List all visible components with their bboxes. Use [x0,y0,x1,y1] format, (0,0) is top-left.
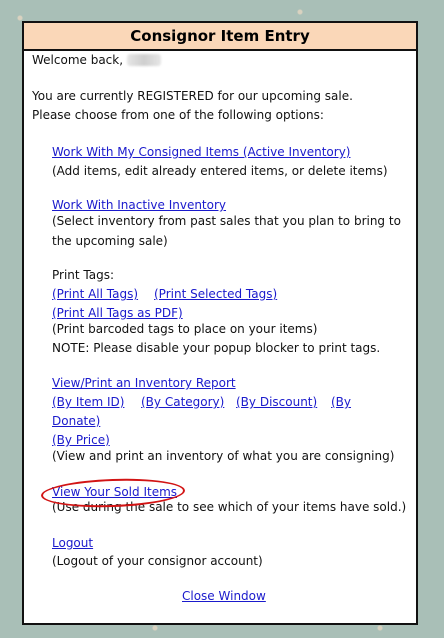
inactive-inventory-desc-2: the upcoming sale) [52,234,168,248]
report-by-donate-link-cont[interactable]: Donate) [52,414,100,429]
welcome-label: Welcome back, [32,53,124,67]
page-title: Consignor Item Entry [24,23,416,51]
sold-items-desc: (Use during the sale to see which of you… [52,500,407,514]
logout-desc: (Logout of your consignor account) [52,554,263,568]
logout-link[interactable]: Logout [52,536,93,551]
print-tags-heading: Print Tags: [52,268,115,282]
registration-status: You are currently REGISTERED for our upc… [32,89,353,103]
welcome-text: Welcome back, [32,53,161,68]
view-sold-items-link[interactable]: View Your Sold Items [52,485,177,500]
report-desc: (View and print an inventory of what you… [52,449,395,463]
inventory-report-link[interactable]: View/Print an Inventory Report [52,376,236,391]
close-window-link[interactable]: Close Window [182,589,266,604]
report-by-donate-link[interactable]: (By [331,395,351,410]
redacted-username [126,54,161,66]
inactive-inventory-link[interactable]: Work With Inactive Inventory [52,198,226,213]
consignor-panel: Consignor Item Entry Welcome back, You a… [22,21,418,625]
print-all-tags-link[interactable]: (Print All Tags) [52,287,138,302]
report-by-price-link[interactable]: (By Price) [52,433,110,448]
print-tags-desc: (Print barcoded tags to place on your it… [52,322,318,336]
popup-blocker-note: NOTE: Please disable your popup blocker … [52,341,381,355]
report-by-item-id-link[interactable]: (By Item ID) [52,395,124,410]
print-tags-pdf-link[interactable]: (Print All Tags as PDF) [52,306,183,321]
inactive-inventory-desc-1: (Select inventory from past sales that y… [52,214,401,228]
active-inventory-link[interactable]: Work With My Consigned Items (Active Inv… [52,145,350,160]
report-by-category-link[interactable]: (By Category) [141,395,224,410]
instructions: Please choose from one of the following … [32,108,324,122]
print-selected-tags-link[interactable]: (Print Selected Tags) [154,287,277,302]
report-by-discount-link[interactable]: (By Discount) [236,395,317,410]
active-inventory-desc: (Add items, edit already entered items, … [52,164,388,178]
